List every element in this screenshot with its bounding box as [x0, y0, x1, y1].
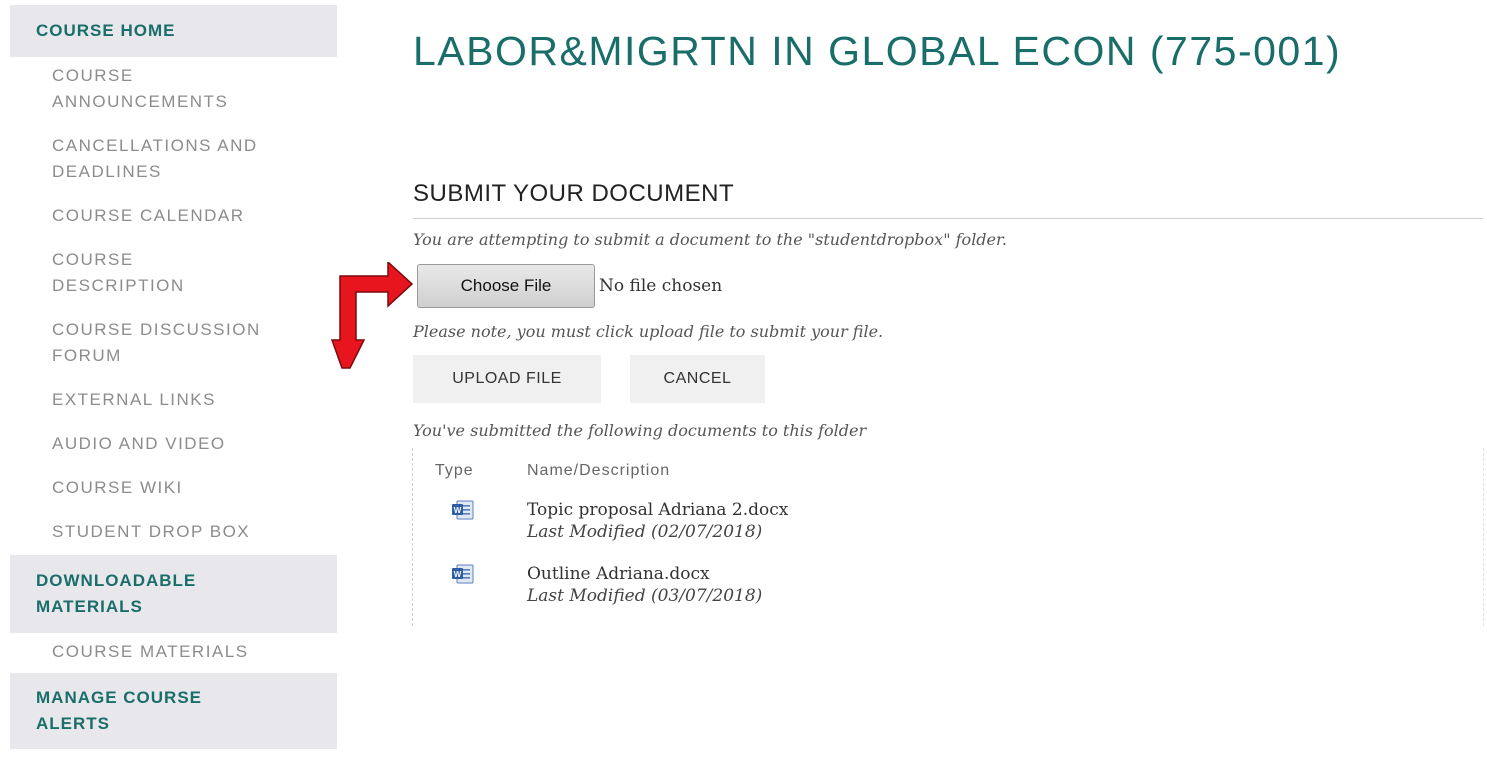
sidebar-item-label: COURSE MATERIALS — [52, 642, 249, 661]
document-name-link[interactable]: Outline Adriana.docx — [527, 564, 710, 584]
sidebar-section-label: DOWNLOADABLE — [36, 571, 197, 590]
course-sidebar: COURSE HOME COURSE ANNOUNCEMENTS CANCELL… — [10, 5, 337, 749]
section-divider — [413, 218, 1483, 219]
sidebar-item-audio-and-video[interactable]: AUDIO AND VIDEO — [10, 431, 337, 457]
sidebar-item-label: EXTERNAL LINKS — [52, 390, 216, 409]
file-picker: Choose File No file chosen — [417, 264, 722, 308]
sidebar-section-label: MANAGE COURSE — [36, 688, 203, 707]
page-title: LABOR&MIGRTN IN GLOBAL ECON (775-001) — [413, 28, 1342, 74]
sidebar-item-label: ANNOUNCEMENTS — [52, 92, 229, 111]
submitted-documents-table: Type Name/Description W Topic proposal A… — [412, 448, 1484, 626]
cancel-button[interactable]: CANCEL — [630, 355, 765, 403]
sidebar-item-label: COURSE — [52, 250, 134, 269]
svg-text:W: W — [454, 506, 462, 515]
sidebar-section-downloadable-materials[interactable]: DOWNLOADABLE MATERIALS — [10, 555, 337, 633]
svg-text:W: W — [454, 570, 462, 579]
sidebar-section-label: MATERIALS — [36, 597, 143, 616]
word-document-icon[interactable]: W — [451, 500, 475, 520]
table-row: W Outline Adriana.docx Last Modified (03… — [413, 564, 1483, 614]
column-header-type: Type — [435, 462, 474, 479]
sidebar-item-label: COURSE DISCUSSION — [52, 320, 261, 339]
sidebar-section-manage-course-alerts[interactable]: MANAGE COURSE ALERTS — [10, 673, 337, 749]
choose-file-button[interactable]: Choose File — [417, 264, 595, 308]
sidebar-item-course-calendar[interactable]: COURSE CALENDAR — [10, 203, 337, 229]
sidebar-item-label: CANCELLATIONS AND — [52, 136, 258, 155]
sidebar-item-course-announcements[interactable]: COURSE ANNOUNCEMENTS — [10, 63, 337, 115]
sidebar-item-course-wiki[interactable]: COURSE WIKI — [10, 475, 337, 501]
sidebar-item-label: COURSE CALENDAR — [52, 206, 245, 225]
upload-file-button[interactable]: UPLOAD FILE — [413, 355, 601, 403]
attempt-note: You are attempting to submit a document … — [413, 230, 1007, 249]
upload-note: Please note, you must click upload file … — [413, 322, 884, 341]
sidebar-section-course-home[interactable]: COURSE HOME — [10, 5, 337, 57]
sidebar-item-student-drop-box[interactable]: STUDENT DROP BOX — [10, 519, 337, 545]
column-header-name: Name/Description — [527, 462, 671, 479]
sidebar-item-course-materials[interactable]: COURSE MATERIALS — [10, 639, 337, 665]
sidebar-item-label: FORUM — [52, 346, 122, 365]
sidebar-section-label: ALERTS — [36, 714, 110, 733]
file-status-text: No file chosen — [599, 276, 723, 296]
submit-section-title: SUBMIT YOUR DOCUMENT — [413, 180, 735, 207]
document-last-modified: Last Modified (03/07/2018) — [527, 586, 763, 606]
sidebar-item-label: DESCRIPTION — [52, 276, 185, 295]
sidebar-item-external-links[interactable]: EXTERNAL LINKS — [10, 387, 337, 413]
submitted-note: You've submitted the following documents… — [413, 421, 867, 440]
word-document-icon[interactable]: W — [451, 564, 475, 584]
sidebar-item-label: DEADLINES — [52, 162, 162, 181]
sidebar-item-course-discussion-forum[interactable]: COURSE DISCUSSION FORUM — [10, 317, 337, 369]
document-last-modified: Last Modified (02/07/2018) — [527, 522, 763, 542]
sidebar-section-label: COURSE HOME — [36, 21, 176, 40]
sidebar-item-label: AUDIO AND VIDEO — [52, 434, 226, 453]
sidebar-item-cancellations-and-deadlines[interactable]: CANCELLATIONS AND DEADLINES — [10, 133, 337, 185]
sidebar-item-course-description[interactable]: COURSE DESCRIPTION — [10, 247, 337, 299]
sidebar-item-label: COURSE — [52, 66, 134, 85]
table-row: W Topic proposal Adriana 2.docx Last Mod… — [413, 500, 1483, 550]
sidebar-item-label: COURSE WIKI — [52, 478, 183, 497]
document-name-link[interactable]: Topic proposal Adriana 2.docx — [527, 500, 788, 520]
sidebar-item-label: STUDENT DROP BOX — [52, 522, 251, 541]
red-arrow-icon — [330, 262, 414, 369]
